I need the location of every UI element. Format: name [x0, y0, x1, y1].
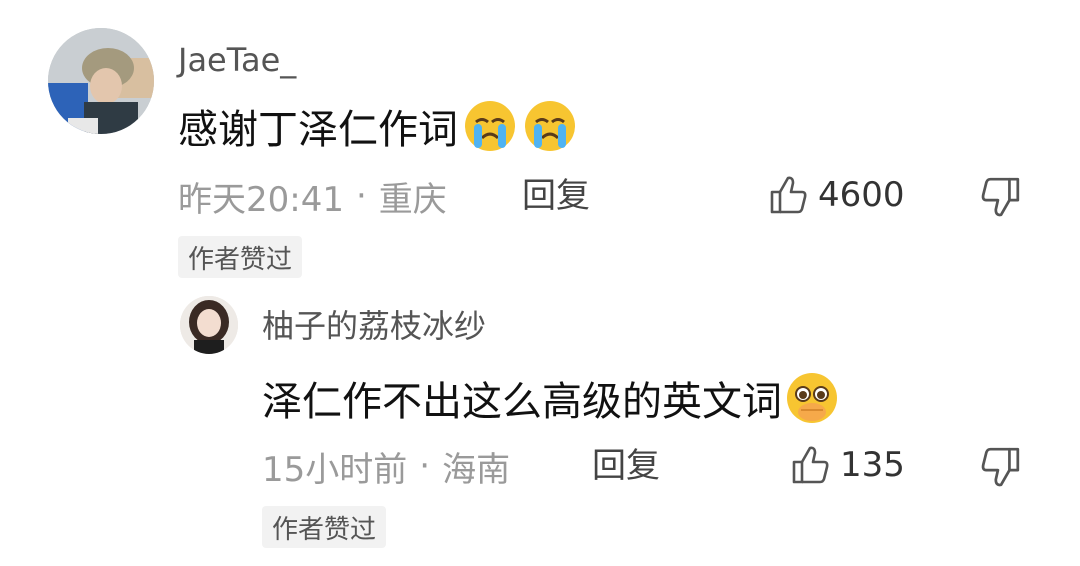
reply-dislike-button[interactable]	[978, 445, 1022, 489]
author-liked-badge-label: 作者赞过	[188, 244, 293, 275]
crying-face-icon	[465, 101, 515, 151]
comment-time: 昨天20:41	[178, 179, 344, 220]
crying-face-icon	[525, 101, 575, 151]
author-liked-badge: 作者赞过	[178, 236, 303, 278]
comment-username[interactable]: JaeTae_	[178, 38, 296, 82]
comment-meta: 昨天20:41 · 重庆	[178, 172, 447, 220]
comment-text-row: 感谢丁泽仁作词	[178, 98, 578, 154]
reply-author-liked-badge-label: 作者赞过	[272, 514, 377, 545]
reply-time: 15小时前	[262, 449, 408, 490]
like-count: 4600	[818, 175, 905, 215]
reply-like-button[interactable]: 135	[790, 440, 905, 490]
reply-meta: 15小时前 · 海南	[262, 442, 510, 490]
thumbs-down-icon	[981, 447, 1020, 487]
reply-text-row: 泽仁作不出这么高级的英文词	[262, 370, 840, 426]
comment-text: 感谢丁泽仁作词	[178, 107, 458, 153]
reply-location: 海南	[442, 449, 511, 490]
pleading-face-icon	[787, 373, 837, 423]
reply-username[interactable]: 柚子的荔枝冰纱	[262, 304, 486, 348]
reply-like-count: 135	[840, 445, 905, 485]
meta-separator: ·	[419, 446, 431, 486]
reply-text: 泽仁作不出这么高级的英文词	[262, 379, 782, 425]
meta-separator: ·	[355, 176, 367, 216]
reply-reply-button[interactable]: 回复	[592, 442, 660, 490]
reply-avatar[interactable]	[180, 296, 238, 354]
thumbs-down-icon	[981, 177, 1020, 217]
reply-avatar-image	[180, 296, 238, 354]
avatar-image	[48, 28, 154, 134]
reply-button[interactable]: 回复	[522, 172, 590, 220]
like-button[interactable]: 4600	[768, 170, 905, 220]
avatar[interactable]	[48, 28, 154, 134]
thumbs-up-icon	[792, 446, 829, 484]
reply-author-liked-badge: 作者赞过	[262, 506, 387, 548]
dislike-button[interactable]	[978, 175, 1022, 219]
thumbs-up-icon	[770, 176, 807, 214]
comment-location: 重庆	[378, 179, 447, 220]
